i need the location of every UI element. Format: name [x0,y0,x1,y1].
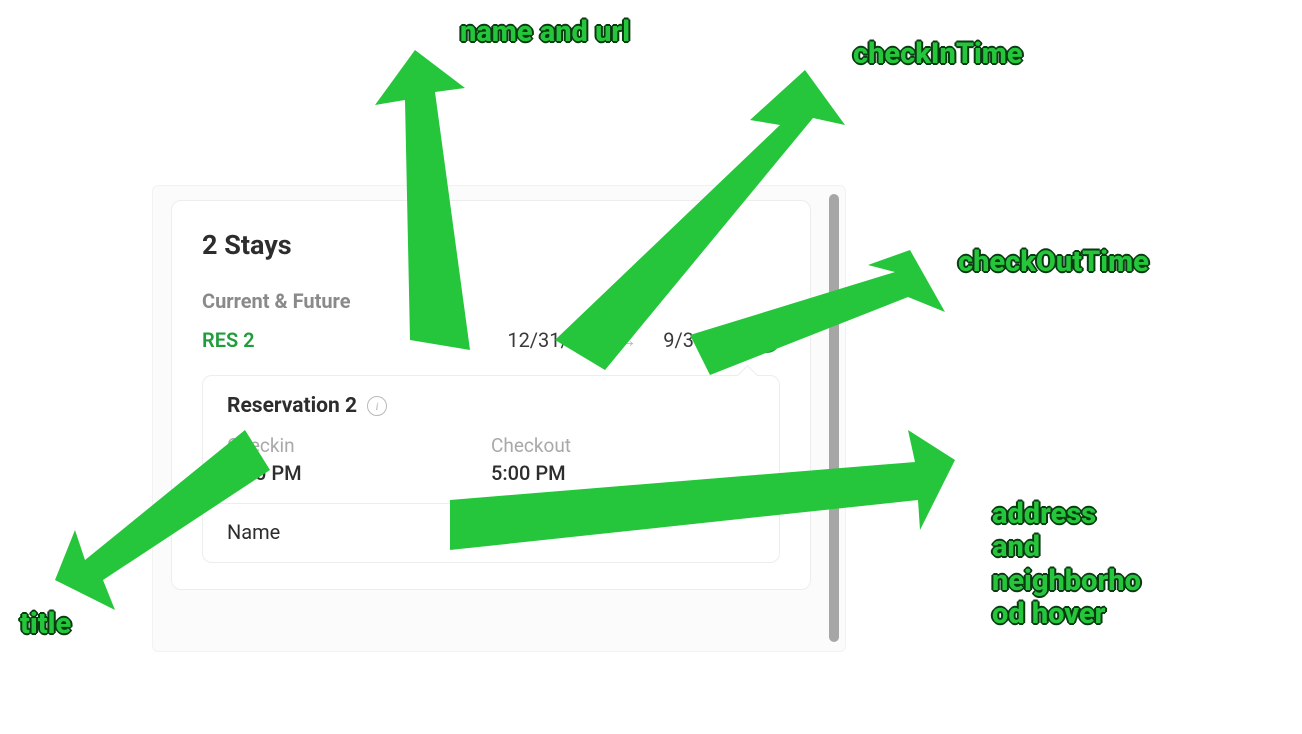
annotation-checkouttime: checkOutTime [958,246,1149,279]
detail-title: Reservation 2 [227,394,357,418]
annotation-arrow [260,50,490,380]
annotation-title: title [20,608,71,641]
annotation-address-hover: address and neighborho od hover [992,498,1141,631]
annotation-arrow [450,430,980,560]
annotation-name-url: name and url [460,16,630,49]
annotation-arrow [690,250,950,380]
info-icon[interactable]: i [367,396,387,416]
annotation-checkintime: checkInTime [853,38,1023,71]
annotation-arrow [55,430,275,610]
